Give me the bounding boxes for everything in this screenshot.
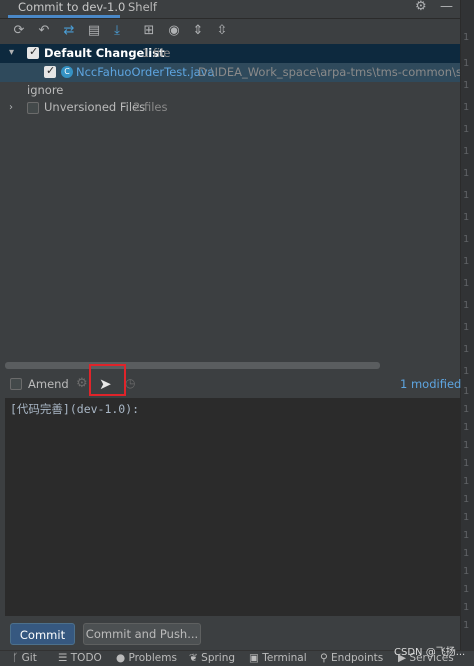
- todo-tool-button[interactable]: ☰ TODO: [58, 652, 102, 665]
- file-path: D:\IDEA_Work_space\arpa-tms\tms-common\s…: [198, 65, 460, 79]
- line-number: 1: [463, 300, 470, 311]
- group-by-icon[interactable]: ⊞: [141, 23, 157, 39]
- line-number: 1: [463, 494, 470, 505]
- file-name: NccFahuoOrderTest.java: [76, 65, 215, 79]
- endpoints-tool-button[interactable]: ⚲ Endpoints: [320, 652, 383, 665]
- line-number: 1: [463, 512, 470, 523]
- line-number: 1: [463, 566, 470, 577]
- line-number: 1: [463, 168, 470, 179]
- line-number: 1: [463, 386, 470, 397]
- endpoints-icon: ⚲: [320, 652, 328, 664]
- line-number: 1: [463, 404, 470, 415]
- clock-icon[interactable]: ◷: [125, 376, 135, 390]
- git-tool-button[interactable]: ᚴ Git: [12, 652, 37, 665]
- collapse-all-icon[interactable]: ⇳: [214, 23, 230, 39]
- shelve-icon[interactable]: ▤: [86, 23, 102, 39]
- line-number: 1: [463, 344, 470, 355]
- line-number: 1: [463, 322, 470, 333]
- gear-icon[interactable]: ⚙: [415, 0, 429, 14]
- gear-icon[interactable]: ⚙: [76, 376, 88, 391]
- minimize-icon[interactable]: —: [440, 0, 454, 14]
- ignore-label[interactable]: ignore: [27, 83, 63, 97]
- warning-icon: ●: [116, 652, 126, 664]
- modified-count[interactable]: 1 modified: [400, 377, 461, 391]
- download-icon[interactable]: ⤓: [109, 23, 125, 39]
- terminal-tool-button[interactable]: ▣ Terminal: [249, 652, 307, 665]
- line-number: 1: [463, 190, 470, 201]
- expand-all-icon[interactable]: ⇕: [190, 23, 206, 39]
- unversioned-label: Unversioned Files: [44, 100, 146, 114]
- line-number: 1: [463, 58, 470, 69]
- line-number: 1: [463, 124, 470, 135]
- unversioned-checkbox[interactable]: [27, 102, 39, 114]
- unversioned-count: 2 files: [133, 100, 168, 114]
- changes-tree: [0, 43, 460, 361]
- line-number: 1: [463, 212, 470, 223]
- diff-icon[interactable]: ⇄: [61, 23, 77, 39]
- line-number: 1: [463, 234, 470, 245]
- line-number: 1: [463, 422, 470, 433]
- highlight-box: [89, 364, 126, 396]
- git-icon: ᚴ: [12, 652, 19, 664]
- line-number: 1: [463, 602, 470, 613]
- changelist-checkbox[interactable]: [27, 45, 39, 59]
- line-number: 1: [463, 476, 470, 487]
- line-number: 1: [463, 584, 470, 595]
- line-number: 1: [463, 366, 470, 377]
- unversioned-row[interactable]: › Unversioned Files 2 files: [0, 99, 460, 117]
- rollback-icon[interactable]: ↶: [36, 23, 52, 39]
- amend-checkbox[interactable]: [10, 378, 22, 390]
- commit-options-row: Amend ⚙ ➤ ◷ 1 modified: [0, 372, 461, 397]
- line-number: 1: [463, 146, 470, 157]
- line-number: 1: [463, 102, 470, 113]
- commit-message-input[interactable]: [5, 398, 460, 616]
- line-number: 1: [463, 530, 470, 541]
- line-number: 1: [463, 278, 470, 289]
- commit-button[interactable]: Commit: [10, 623, 75, 645]
- line-number: 1: [463, 256, 470, 267]
- terminal-icon: ▣: [249, 652, 259, 664]
- leaf-icon: ❦: [189, 652, 198, 664]
- changelist-row[interactable]: ▾ Default Changelist 1 file: [0, 44, 460, 63]
- spring-tool-button[interactable]: ❦ Spring: [189, 652, 235, 665]
- file-row[interactable]: C NccFahuoOrderTest.java D:\IDEA_Work_sp…: [0, 63, 460, 82]
- watermark: CSDN @飞扬...: [394, 647, 466, 658]
- chevron-down-icon[interactable]: ▾: [9, 48, 19, 58]
- file-checkbox[interactable]: [44, 64, 56, 78]
- commit-and-push-button[interactable]: Commit and Push...: [83, 623, 201, 645]
- line-number: 1: [463, 548, 470, 559]
- tool-window-header: Commit to dev-1.0 Shelf ⚙ —: [0, 0, 460, 18]
- refresh-icon[interactable]: ⟳: [11, 23, 27, 39]
- java-class-icon: C: [61, 66, 73, 78]
- line-number: 1: [463, 80, 470, 91]
- horizontal-scrollbar[interactable]: [5, 362, 380, 369]
- problems-tool-button[interactable]: ● Problems: [116, 652, 177, 665]
- line-number: 1: [463, 458, 470, 469]
- view-options-icon[interactable]: ◉: [166, 23, 182, 39]
- amend-label[interactable]: Amend: [28, 377, 69, 391]
- changelist-count: 1 file: [142, 46, 171, 60]
- chevron-right-icon[interactable]: ›: [9, 103, 19, 113]
- line-number: 1: [463, 440, 470, 451]
- line-number: 1: [463, 620, 470, 631]
- list-icon: ☰: [58, 652, 68, 664]
- commit-message-text: [代码完善](dev-1.0):: [10, 402, 140, 416]
- changes-toolbar: ⟳ ↶ ⇄ ▤ ⤓ ⊞ ◉ ⇕ ⇳: [0, 19, 460, 43]
- line-number: 1: [463, 32, 470, 43]
- tab-shelf[interactable]: Shelf: [128, 0, 157, 18]
